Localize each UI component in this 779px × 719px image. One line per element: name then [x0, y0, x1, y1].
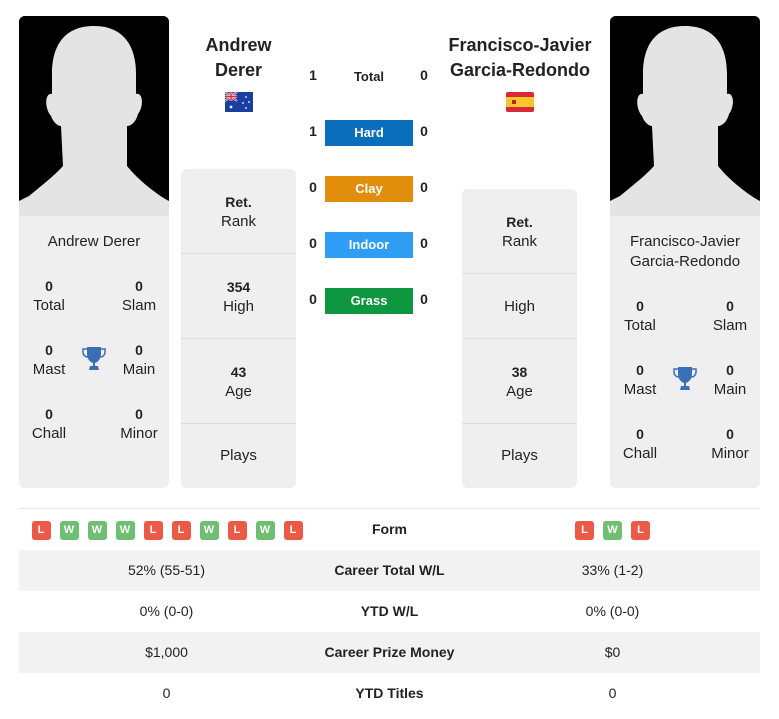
form-badge-win[interactable]: W	[603, 520, 622, 540]
form-badge-win[interactable]: W	[59, 520, 79, 540]
form-badge-loss[interactable]: L	[575, 520, 594, 540]
player2-total-titles: 0 Total	[624, 298, 656, 334]
row-label: YTD Titles	[355, 685, 424, 701]
row-label: Career Prize Money	[324, 644, 455, 660]
player2-card-name: Francisco-Javier Garcia-Redondo	[629, 233, 741, 270]
surface-indoor-button[interactable]: Indoor	[325, 232, 413, 258]
player1-high: 354 High	[223, 279, 254, 315]
player1-info-panel: Ret. Rank 354 High 43 Age Plays	[181, 169, 296, 488]
player1-rank: Ret. Rank	[220, 194, 257, 230]
player2-rank: Ret. Rank	[501, 214, 538, 250]
player2-slam-titles: 0 Slam	[712, 298, 748, 334]
player-silhouette-icon	[19, 16, 169, 216]
table-row: 52% (55-51) Career Total W/L 33% (1-2)	[19, 550, 760, 591]
row-label: Career Total W/L	[334, 562, 445, 578]
player1-plays: Plays	[220, 447, 257, 464]
player2-chall-titles: 0 Chall	[622, 426, 658, 462]
player1-main-titles: 0 Main	[122, 342, 156, 378]
player-silhouette-icon	[610, 16, 760, 216]
player2-ytd-wl: 0% (0-0)	[585, 603, 640, 619]
spain-flag-icon	[506, 92, 534, 117]
h2h-total-p1: 1	[309, 67, 317, 83]
player2-high: High	[504, 298, 535, 315]
form-badge-loss[interactable]: L	[227, 520, 247, 540]
h2h-clay-p1: 0	[309, 179, 317, 195]
trophy-icon	[82, 346, 106, 377]
h2h-hard-p1: 1	[309, 123, 317, 139]
divider	[181, 423, 296, 424]
player1-age: 43 Age	[225, 364, 252, 400]
divider	[462, 423, 577, 424]
h2h-hard-p2: 0	[420, 123, 428, 139]
player1-total-titles: 0 Total	[33, 278, 65, 314]
divider	[462, 273, 577, 274]
form-badge-win[interactable]: W	[255, 520, 275, 540]
divider	[462, 338, 577, 339]
player2-photo	[610, 16, 760, 216]
player1-photo	[19, 16, 169, 216]
player2-mast-titles: 0 Mast	[623, 362, 657, 398]
player1-slam-titles: 0 Slam	[121, 278, 157, 314]
player1-ytd-titles: 0	[162, 685, 171, 701]
player2-info-panel: Ret. Rank High 38 Age Plays	[462, 189, 577, 488]
form-badge-loss[interactable]: L	[31, 520, 51, 540]
player2-plays: Plays	[501, 447, 538, 464]
table-row: $1,000 Career Prize Money $0	[19, 632, 760, 673]
player1-heading[interactable]: Andrew Derer	[181, 33, 296, 83]
h2h-grass-p1: 0	[309, 291, 317, 307]
player2-main-titles: 0 Main	[713, 362, 747, 398]
h2h-total-label: Total	[353, 69, 385, 84]
player1-minor-titles: 0 Minor	[120, 406, 158, 442]
form-label: Form	[372, 521, 407, 537]
form-badge-loss[interactable]: L	[283, 520, 303, 540]
form-badge-win[interactable]: W	[87, 520, 107, 540]
player2-age: 38 Age	[506, 364, 533, 400]
trophy-icon	[673, 366, 697, 397]
player2-career-wl: 33% (1-2)	[581, 562, 644, 578]
form-row: LWWWLLWLWL Form LWL	[19, 509, 760, 550]
h2h-indoor-p2: 0	[420, 235, 428, 251]
row-label: YTD W/L	[360, 603, 419, 619]
player1-card-name: Andrew Derer	[47, 233, 141, 250]
h2h-clay-p2: 0	[420, 179, 428, 195]
form-badge-loss[interactable]: L	[171, 520, 191, 540]
h2h-total-p2: 0	[420, 67, 428, 83]
player1-ytd-wl: 0% (0-0)	[139, 603, 194, 619]
player2-minor-titles: 0 Minor	[711, 426, 749, 462]
player1-mast-titles: 0 Mast	[32, 342, 66, 378]
player2-card: Francisco-Javier Garcia-Redondo 0 Total 0…	[610, 216, 760, 488]
player1-prize-money: $1,000	[145, 644, 188, 660]
form-badge-loss[interactable]: L	[631, 520, 650, 540]
surface-clay-button[interactable]: Clay	[325, 176, 413, 202]
table-row: 0% (0-0) YTD W/L 0% (0-0)	[19, 591, 760, 632]
h2h-grass-p2: 0	[420, 291, 428, 307]
surface-grass-button[interactable]: Grass	[325, 288, 413, 314]
h2h-indoor-p1: 0	[309, 235, 317, 251]
player2-ytd-titles: 0	[608, 685, 617, 701]
player1-card: Andrew Derer 0 Total 0 Slam 0 Mast 0 Main 0C…	[19, 216, 169, 488]
player1-form: LWWWLLWLWL	[19, 509, 314, 550]
player2-form: LWL	[465, 509, 760, 550]
divider	[181, 338, 296, 339]
surface-hard-button[interactable]: Hard	[325, 120, 413, 146]
player2-prize-money: $0	[604, 644, 621, 660]
form-badge-win[interactable]: W	[115, 520, 135, 540]
player1-career-wl: 52% (55-51)	[127, 562, 206, 578]
australia-flag-icon	[224, 91, 253, 117]
table-row: 0 YTD Titles 0	[19, 673, 760, 714]
player1-chall-titles: 0 Chall	[31, 406, 67, 442]
divider	[181, 253, 296, 254]
form-badge-loss[interactable]: L	[143, 520, 163, 540]
form-badge-win[interactable]: W	[199, 520, 219, 540]
player2-heading[interactable]: Francisco-Javier Garcia-Redondo	[440, 33, 600, 83]
